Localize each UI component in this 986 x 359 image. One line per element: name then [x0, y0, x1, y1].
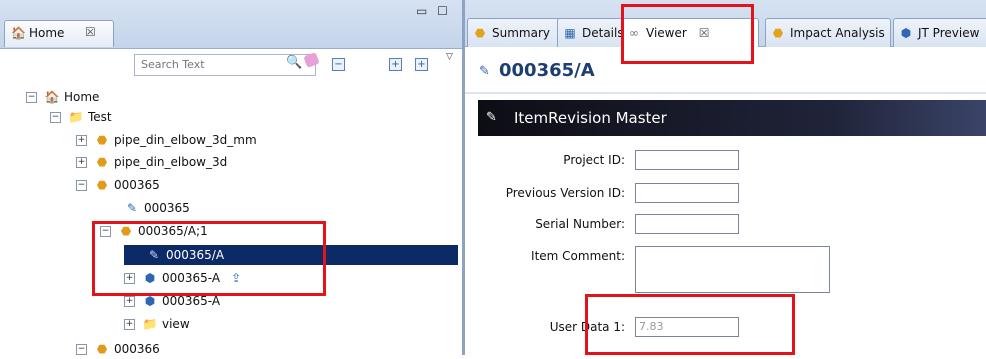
- tree-item[interactable]: + 📁 view: [124, 314, 190, 334]
- page-title: 000365/A: [499, 60, 595, 81]
- home-icon: 🏠: [11, 26, 26, 40]
- home-panel: 🏠 Home ☒ ▭ ☐ 🔍 − + + ▽ −🏠Home −📁Test +⬣p…: [0, 0, 462, 356]
- tree-item[interactable]: + ⬣ pipe_din_elbow_3d_mm: [76, 130, 257, 150]
- summary-icon: ⬣: [474, 26, 486, 40]
- divider: [465, 92, 986, 94]
- section-title: ItemRevision Master: [514, 109, 667, 127]
- tab-impact-analysis[interactable]: ⬣ Impact Analysis: [765, 18, 891, 47]
- expand-icon[interactable]: +: [76, 157, 87, 168]
- tab-label: Details: [582, 26, 624, 40]
- view-menu-icon[interactable]: ▽: [446, 52, 453, 62]
- expand-icon[interactable]: +: [124, 273, 135, 284]
- form-icon: ✎: [479, 64, 490, 79]
- tree-item[interactable]: + ⬢ 000365-A: [124, 291, 220, 311]
- collapse-all-icon[interactable]: −: [332, 58, 345, 71]
- jt-preview-icon: ⬢: [900, 26, 912, 40]
- user-data-1-field[interactable]: 7.83: [635, 317, 739, 337]
- form-icon: ✎: [148, 248, 160, 262]
- search-icon[interactable]: 🔍: [286, 55, 302, 70]
- item-icon: ⬣: [96, 342, 108, 356]
- tree-item-home[interactable]: − 🏠 Home: [26, 87, 99, 107]
- item-comment-field[interactable]: [635, 246, 830, 293]
- item-icon: ⬣: [96, 155, 108, 169]
- tree-item-label: view: [162, 317, 190, 331]
- details-icon: ▦: [564, 26, 576, 40]
- folder-icon: 📁: [142, 317, 158, 331]
- field-label: Serial Number:: [535, 217, 625, 231]
- tree-item-label: 000366: [114, 342, 160, 356]
- close-icon[interactable]: ☒: [85, 25, 96, 39]
- item-icon: ⬣: [96, 133, 108, 147]
- viewer-panel: ⬣ Summary ▦ Details ∞ Viewer ☒ ⬣ Impact Analy…: [465, 0, 986, 355]
- close-icon[interactable]: ☒: [699, 26, 710, 40]
- project-id-field[interactable]: [635, 150, 739, 170]
- tab-viewer[interactable]: ∞ Viewer ☒: [621, 18, 759, 47]
- tree-item-label: 000365/A: [166, 248, 225, 262]
- form-icon: ✎: [126, 201, 138, 215]
- collapse-icon[interactable]: −: [76, 180, 87, 191]
- home-tab[interactable]: 🏠 Home ☒: [4, 20, 114, 47]
- expand-icon[interactable]: −: [76, 344, 87, 355]
- tree-item[interactable]: + ⬢ 000365-A ⇪: [124, 268, 248, 288]
- tab-label: Impact Analysis: [790, 26, 885, 40]
- section-header: ✎ ItemRevision Master: [478, 100, 986, 136]
- tree-item-label: pipe_din_elbow_3d_mm: [114, 133, 257, 147]
- export-icon: ⇪: [231, 271, 242, 285]
- tree-item-test[interactable]: − 📁 Test: [50, 107, 112, 127]
- previous-version-id-field[interactable]: [635, 183, 739, 203]
- tree-item-label: 000365/A;1: [138, 224, 208, 238]
- glasses-icon: ∞: [629, 26, 639, 40]
- field-label: Item Comment:: [531, 249, 625, 263]
- tree-item-selected[interactable]: ✎ 000365/A: [124, 245, 458, 265]
- collapse-icon[interactable]: −: [100, 226, 111, 237]
- dataset-icon: ⬢: [144, 294, 156, 308]
- field-label: User Data 1:: [549, 320, 625, 334]
- tab-details[interactable]: ▦ Details: [557, 18, 625, 47]
- tree-item-label: 000365: [114, 178, 160, 192]
- minimize-maximize-icon[interactable]: ▭ ☐: [416, 4, 451, 18]
- collapse-icon[interactable]: −: [26, 92, 37, 103]
- view-tab-bar: ⬣ Summary ▦ Details ∞ Viewer ☒ ⬣ Impact Analy…: [465, 0, 986, 47]
- expand-below-icon[interactable]: +: [415, 58, 428, 71]
- tree-item[interactable]: ✎ 000365: [124, 198, 190, 218]
- expand-icon[interactable]: +: [124, 296, 135, 307]
- tree-item-label: 000365-A: [162, 271, 221, 285]
- folder-icon: 📁: [68, 110, 84, 124]
- expand-icon[interactable]: +: [76, 135, 87, 146]
- tab-summary[interactable]: ⬣ Summary: [467, 18, 561, 47]
- tree-item-label: Test: [88, 110, 112, 124]
- field-label: Project ID:: [563, 153, 625, 167]
- search-input[interactable]: [135, 55, 277, 73]
- collapse-icon[interactable]: −: [50, 112, 61, 123]
- clear-search-icon[interactable]: [303, 52, 320, 68]
- tree-item-label: 000365-A: [162, 294, 221, 308]
- tab-jt-preview[interactable]: ⬢ JT Preview: [893, 18, 986, 47]
- tree-item-label: Home: [64, 90, 100, 104]
- form-icon: ✎: [486, 110, 497, 125]
- tree-item[interactable]: − ⬣ 000366: [76, 339, 160, 359]
- tab-label: Viewer: [646, 26, 687, 40]
- tree-item-label: 000365: [144, 201, 190, 215]
- item-revision-icon: ⬣: [120, 224, 132, 238]
- tab-label: Summary: [492, 26, 550, 40]
- home-icon: 🏠: [44, 90, 60, 104]
- item-icon: ⬣: [96, 178, 108, 192]
- tree-item[interactable]: + ⬣ pipe_din_elbow_3d: [76, 152, 227, 172]
- dataset-icon: ⬢: [144, 271, 156, 285]
- expand-all-icon[interactable]: +: [389, 58, 402, 71]
- expand-icon[interactable]: +: [124, 319, 135, 330]
- tab-label: JT Preview: [918, 26, 980, 40]
- tree-item-label: pipe_din_elbow_3d: [114, 155, 228, 169]
- panel-tab-bar: 🏠 Home ☒ ▭ ☐: [0, 0, 462, 49]
- field-label: Previous Version ID:: [505, 186, 625, 200]
- home-tab-label: Home: [29, 26, 65, 40]
- impact-analysis-icon: ⬣: [772, 26, 784, 40]
- serial-number-field[interactable]: [635, 214, 739, 234]
- tree-item[interactable]: − ⬣ 000365/A;1: [100, 221, 208, 241]
- tree-item[interactable]: − ⬣ 000365: [76, 175, 160, 195]
